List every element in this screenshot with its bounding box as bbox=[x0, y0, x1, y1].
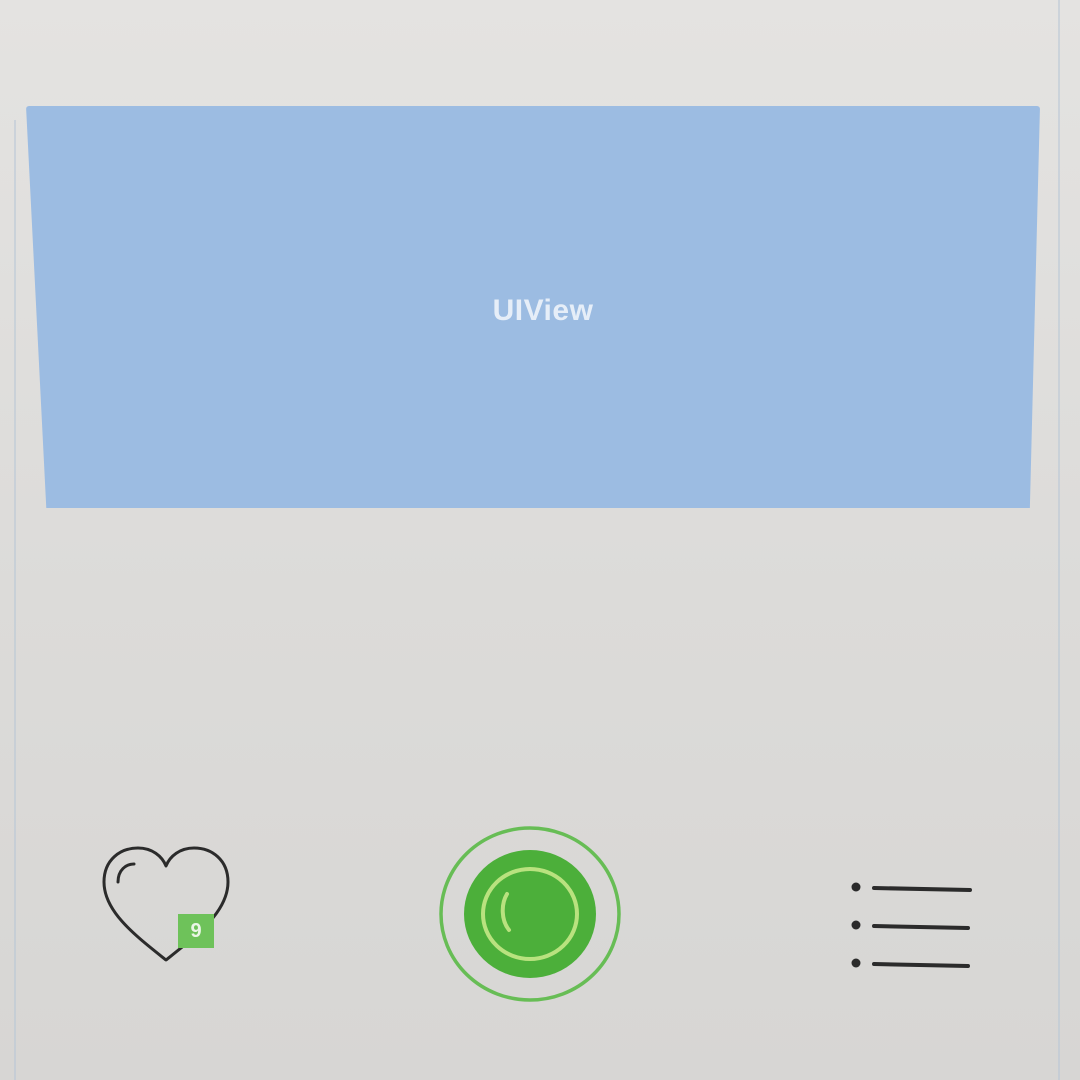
list-menu-button[interactable] bbox=[846, 872, 976, 976]
record-button-icon bbox=[439, 826, 621, 1002]
heart-icon bbox=[102, 846, 230, 962]
record-button[interactable] bbox=[437, 824, 623, 1004]
frame-border-right bbox=[1058, 0, 1060, 1080]
uiview-placeholder: UIView bbox=[26, 106, 1040, 508]
app-screen: UIView 9 bbox=[0, 0, 1080, 1080]
list-menu-icon bbox=[851, 882, 972, 968]
frame-border-left bbox=[14, 120, 16, 1080]
uiview-label: UIView bbox=[492, 294, 594, 327]
favorites-tab-button[interactable]: 9 bbox=[96, 842, 236, 972]
favorites-badge: 9 bbox=[178, 914, 214, 948]
